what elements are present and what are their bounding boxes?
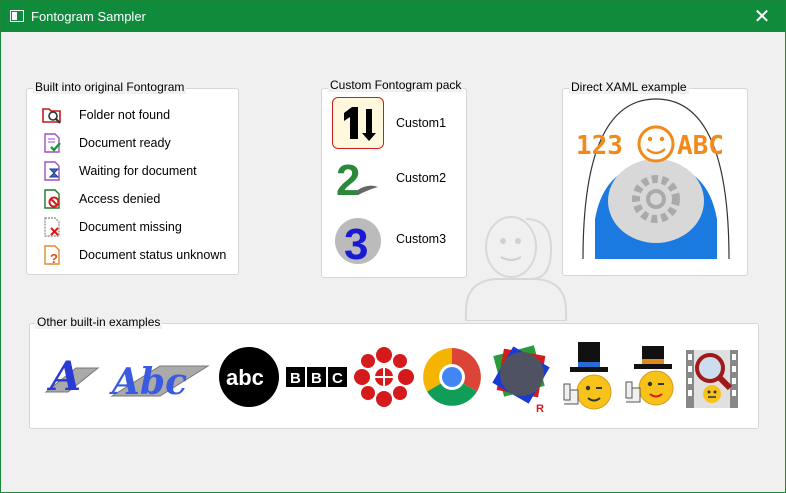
builtin-panel-header: Built into original Fontogram xyxy=(33,80,187,94)
svg-text:abc: abc xyxy=(226,365,264,390)
builtin-item-waiting: Waiting for document xyxy=(41,159,197,183)
film-search-face-icon xyxy=(686,350,738,408)
custom-item-3: 3 Custom3 xyxy=(332,213,446,265)
document-missing-icon xyxy=(44,217,60,237)
custom-item-1: Custom1 xyxy=(332,97,446,149)
chrome-icon xyxy=(423,348,481,406)
builtin-item-document-missing: Document missing xyxy=(41,215,182,239)
builtin-item-document-ready: Document ready xyxy=(41,131,171,155)
builtin-item-status-unknown: ? Document status unknown xyxy=(41,243,226,267)
tophat-wink-emoji-alt-icon xyxy=(625,346,674,406)
custom-item-label: Custom1 xyxy=(396,116,447,130)
color-layers-icon: R xyxy=(492,345,550,415)
other-panel: A Abc abc B B C R xyxy=(29,323,759,429)
film-letter-a-icon: A xyxy=(44,353,100,400)
document-denied-icon xyxy=(44,189,60,209)
builtin-panel: Folder not found Document ready Waiting … xyxy=(26,88,239,275)
cbc-gem-icon xyxy=(354,347,414,407)
builtin-item-label: Folder not found xyxy=(79,108,171,122)
xaml-drawing: 123 ABC xyxy=(576,98,730,260)
other-panel-header: Other built-in examples xyxy=(35,315,163,329)
close-button[interactable]: ✕ xyxy=(739,1,785,32)
svg-text:B: B xyxy=(290,370,301,387)
builtin-item-label: Access denied xyxy=(79,192,161,206)
close-icon: ✕ xyxy=(753,6,771,28)
svg-text:Abc: Abc xyxy=(109,361,187,403)
custom1-glyph xyxy=(332,97,384,149)
abc-logo-icon: abc xyxy=(219,347,279,407)
builtin-item-label: Waiting for document xyxy=(79,164,197,178)
document-question-icon: ? xyxy=(44,245,60,266)
tophat-wink-emoji-icon xyxy=(563,342,612,410)
custom-item-2: 2 Custom2 xyxy=(332,153,446,203)
svg-text:?: ? xyxy=(50,251,58,266)
window-title: Fontogram Sampler xyxy=(31,9,146,24)
builtin-item-label: Document status unknown xyxy=(79,248,227,262)
builtin-item-label: Document ready xyxy=(79,136,171,150)
custom2-icon: 2 xyxy=(336,156,378,203)
svg-text:B: B xyxy=(311,370,322,387)
title-bar[interactable]: Fontogram Sampler ✕ xyxy=(1,1,785,32)
xaml-text-right: ABC xyxy=(677,131,724,161)
app-window: Fontogram Sampler ✕ Folder not found Doc… xyxy=(0,0,786,493)
film-abc-icon: Abc xyxy=(109,361,210,403)
builtin-item-folder-not-found: Folder not found xyxy=(41,103,170,127)
svg-text:2: 2 xyxy=(336,156,360,203)
xaml-panel-header: Direct XAML example xyxy=(569,80,689,94)
svg-text:3: 3 xyxy=(344,220,368,265)
svg-text:R: R xyxy=(536,403,544,415)
custom1-icon xyxy=(344,107,376,141)
xaml-text-left: 123 xyxy=(576,131,623,161)
custom-panel: Custom1 2 Custom2 3 Custom3 xyxy=(321,88,467,278)
custom3-icon: 3 xyxy=(335,218,381,265)
svg-text:C: C xyxy=(332,370,343,387)
document-check-icon xyxy=(44,133,61,153)
xaml-panel: 123 ABC xyxy=(562,88,748,276)
document-hourglass-icon xyxy=(44,161,60,181)
custom-item-label: Custom2 xyxy=(396,171,447,185)
builtin-item-access-denied: Access denied xyxy=(41,187,160,211)
custom-panel-header: Custom Fontogram pack xyxy=(328,78,464,92)
custom-item-label: Custom3 xyxy=(396,232,447,246)
svg-text:A: A xyxy=(46,353,81,400)
window-icon xyxy=(10,10,24,22)
bbc-logo-icon: B B C xyxy=(286,367,347,387)
builtin-item-label: Document missing xyxy=(79,220,182,234)
folder-search-icon xyxy=(42,108,61,124)
